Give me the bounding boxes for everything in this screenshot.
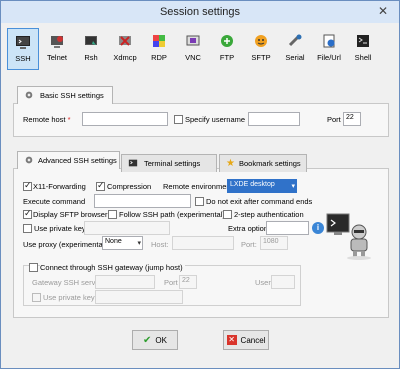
tab-advanced-label: Advanced SSH settings bbox=[38, 156, 117, 165]
title-bar: Session settings ✕ bbox=[1, 1, 399, 23]
compression-checkbox[interactable] bbox=[96, 180, 105, 191]
protocol-file-url[interactable]: File/Url bbox=[313, 28, 345, 70]
gateway-port-input[interactable]: 22 bbox=[179, 275, 197, 289]
ftp-icon bbox=[221, 35, 233, 47]
protocol-sftp[interactable]: SFTP bbox=[245, 28, 277, 70]
gateway-user-label: User bbox=[255, 278, 271, 287]
sftp-browser-checkbox[interactable] bbox=[23, 208, 32, 219]
tab-terminal-label: Terminal settings bbox=[144, 159, 201, 168]
protocol-serial[interactable]: Serial bbox=[279, 28, 311, 70]
use-private-key-label: Use private key bbox=[34, 224, 86, 233]
cancel-x-icon: ✕ bbox=[226, 335, 237, 345]
username-input[interactable] bbox=[248, 112, 300, 126]
required-mark: * bbox=[67, 115, 71, 124]
tab-bookmark-label: Bookmark settings bbox=[238, 159, 301, 168]
chevron-down-icon: ▾ bbox=[291, 183, 295, 190]
use-proxy-label: Use proxy (experimental): bbox=[23, 240, 109, 249]
tab-advanced-ssh-settings[interactable]: Advanced SSH settings bbox=[17, 151, 120, 169]
tab-basic-ssh-settings-label: Basic SSH settings bbox=[40, 91, 104, 100]
execute-command-input[interactable] bbox=[94, 194, 191, 208]
gateway-checkbox[interactable] bbox=[29, 263, 38, 272]
proxy-port-label: Port: bbox=[241, 240, 257, 249]
remote-environment-select[interactable]: LXDE desktop ▾ bbox=[227, 179, 297, 193]
serial-icon bbox=[288, 34, 302, 47]
cancel-label: Cancel bbox=[240, 335, 266, 345]
rdp-icon bbox=[153, 35, 165, 47]
proxy-host-input[interactable] bbox=[172, 236, 234, 250]
gateway-private-key-input[interactable] bbox=[95, 290, 183, 304]
file-url-icon bbox=[323, 34, 335, 48]
window-title: Session settings bbox=[159, 6, 241, 18]
remote-host-input[interactable] bbox=[82, 112, 168, 126]
port-input[interactable]: 22 bbox=[343, 112, 361, 126]
proxy-chevron-down-icon: ▾ bbox=[137, 240, 141, 247]
advanced-gear-icon bbox=[24, 155, 34, 167]
remote-host-text: Remote host bbox=[23, 115, 66, 124]
protocol-xdmcp[interactable]: Xdmcp bbox=[109, 28, 141, 70]
ssh-icon bbox=[16, 36, 30, 49]
compression-label: Compression bbox=[107, 182, 152, 191]
tab-bookmark-settings[interactable]: ★ Bookmark settings bbox=[219, 154, 307, 172]
shell-icon bbox=[357, 35, 369, 47]
ok-button[interactable]: ✔ OK bbox=[132, 330, 178, 350]
proxy-select-value: None bbox=[105, 238, 122, 245]
ok-label: OK bbox=[155, 335, 167, 345]
cancel-button[interactable]: ✕ Cancel bbox=[223, 330, 269, 350]
sftp-browser-label: Display SFTP browser bbox=[33, 210, 108, 219]
gateway-private-key-checkbox[interactable] bbox=[32, 293, 41, 302]
proxy-port-input[interactable]: 1080 bbox=[260, 236, 288, 250]
gateway-private-key-label: Use private key bbox=[43, 293, 95, 302]
extra-option-input[interactable] bbox=[266, 221, 309, 235]
protocol-rsh[interactable]: Rsh bbox=[75, 28, 107, 70]
protocol-rdp[interactable]: RDP bbox=[143, 28, 175, 70]
specify-username-label: Specify username bbox=[185, 115, 246, 124]
protocol-vnc[interactable]: VNC bbox=[177, 28, 209, 70]
remote-environment-value: LXDE desktop bbox=[230, 181, 275, 188]
gateway-label: Connect through SSH gateway (jump host) bbox=[40, 263, 185, 272]
check-icon: ✔ bbox=[143, 334, 152, 346]
execute-command-label: Execute command bbox=[23, 197, 86, 206]
private-key-input[interactable] bbox=[84, 221, 170, 235]
x11-forwarding-checkbox[interactable] bbox=[23, 180, 32, 191]
terminal-icon bbox=[128, 158, 140, 170]
xdmcp-icon bbox=[119, 36, 131, 46]
gateway-server-label: Gateway SSH server bbox=[32, 278, 103, 287]
ssh-illustration bbox=[325, 210, 375, 260]
no-exit-label: Do not exit after command ends bbox=[206, 197, 313, 206]
tab-basic-ssh-settings[interactable]: Basic SSH settings bbox=[17, 86, 113, 104]
use-private-key-checkbox[interactable] bbox=[23, 224, 32, 233]
port-label: Port bbox=[327, 115, 341, 124]
no-exit-checkbox[interactable] bbox=[195, 197, 204, 206]
x11-forwarding-label: X11-Forwarding bbox=[33, 182, 86, 191]
proxy-select[interactable]: None ▾ bbox=[102, 236, 143, 250]
remote-host-label: Remote host * bbox=[23, 115, 71, 124]
protocol-shell[interactable]: Shell bbox=[347, 28, 379, 70]
remote-environment-label: Remote environment bbox=[163, 182, 233, 191]
vnc-icon bbox=[186, 35, 200, 46]
tab-terminal-settings[interactable]: Terminal settings bbox=[121, 154, 217, 172]
session-settings-window: Session settings ✕ SSH Telnet Rsh Xdmcp … bbox=[0, 0, 400, 369]
info-icon[interactable]: i bbox=[312, 222, 324, 234]
gear-icon bbox=[24, 90, 36, 102]
specify-username-checkbox[interactable] bbox=[174, 115, 183, 124]
terminal-robot-icon bbox=[326, 213, 371, 260]
protocol-ssh[interactable]: SSH bbox=[7, 28, 39, 70]
close-icon[interactable]: ✕ bbox=[375, 3, 391, 19]
gateway-user-input[interactable] bbox=[271, 275, 295, 289]
protocol-telnet[interactable]: Telnet bbox=[41, 28, 73, 70]
extra-option-label: Extra option bbox=[228, 224, 269, 233]
protocol-ftp[interactable]: FTP bbox=[211, 28, 243, 70]
telnet-icon bbox=[51, 36, 63, 48]
follow-ssh-path-label: Follow SSH path (experimental) bbox=[119, 210, 225, 219]
star-icon: ★ bbox=[226, 157, 235, 169]
two-step-auth-label: 2-step authentication bbox=[234, 210, 304, 219]
sftp-icon bbox=[255, 35, 267, 47]
gateway-server-input[interactable] bbox=[95, 275, 155, 289]
two-step-auth-checkbox[interactable] bbox=[223, 210, 232, 219]
proxy-host-label: Host: bbox=[151, 240, 169, 249]
gateway-port-label: Port bbox=[164, 278, 178, 287]
protocol-bar: SSH Telnet Rsh Xdmcp RDP VNC FTP SFTP Se… bbox=[7, 28, 393, 70]
rsh-icon bbox=[85, 36, 97, 45]
follow-ssh-path-checkbox[interactable] bbox=[108, 210, 117, 219]
